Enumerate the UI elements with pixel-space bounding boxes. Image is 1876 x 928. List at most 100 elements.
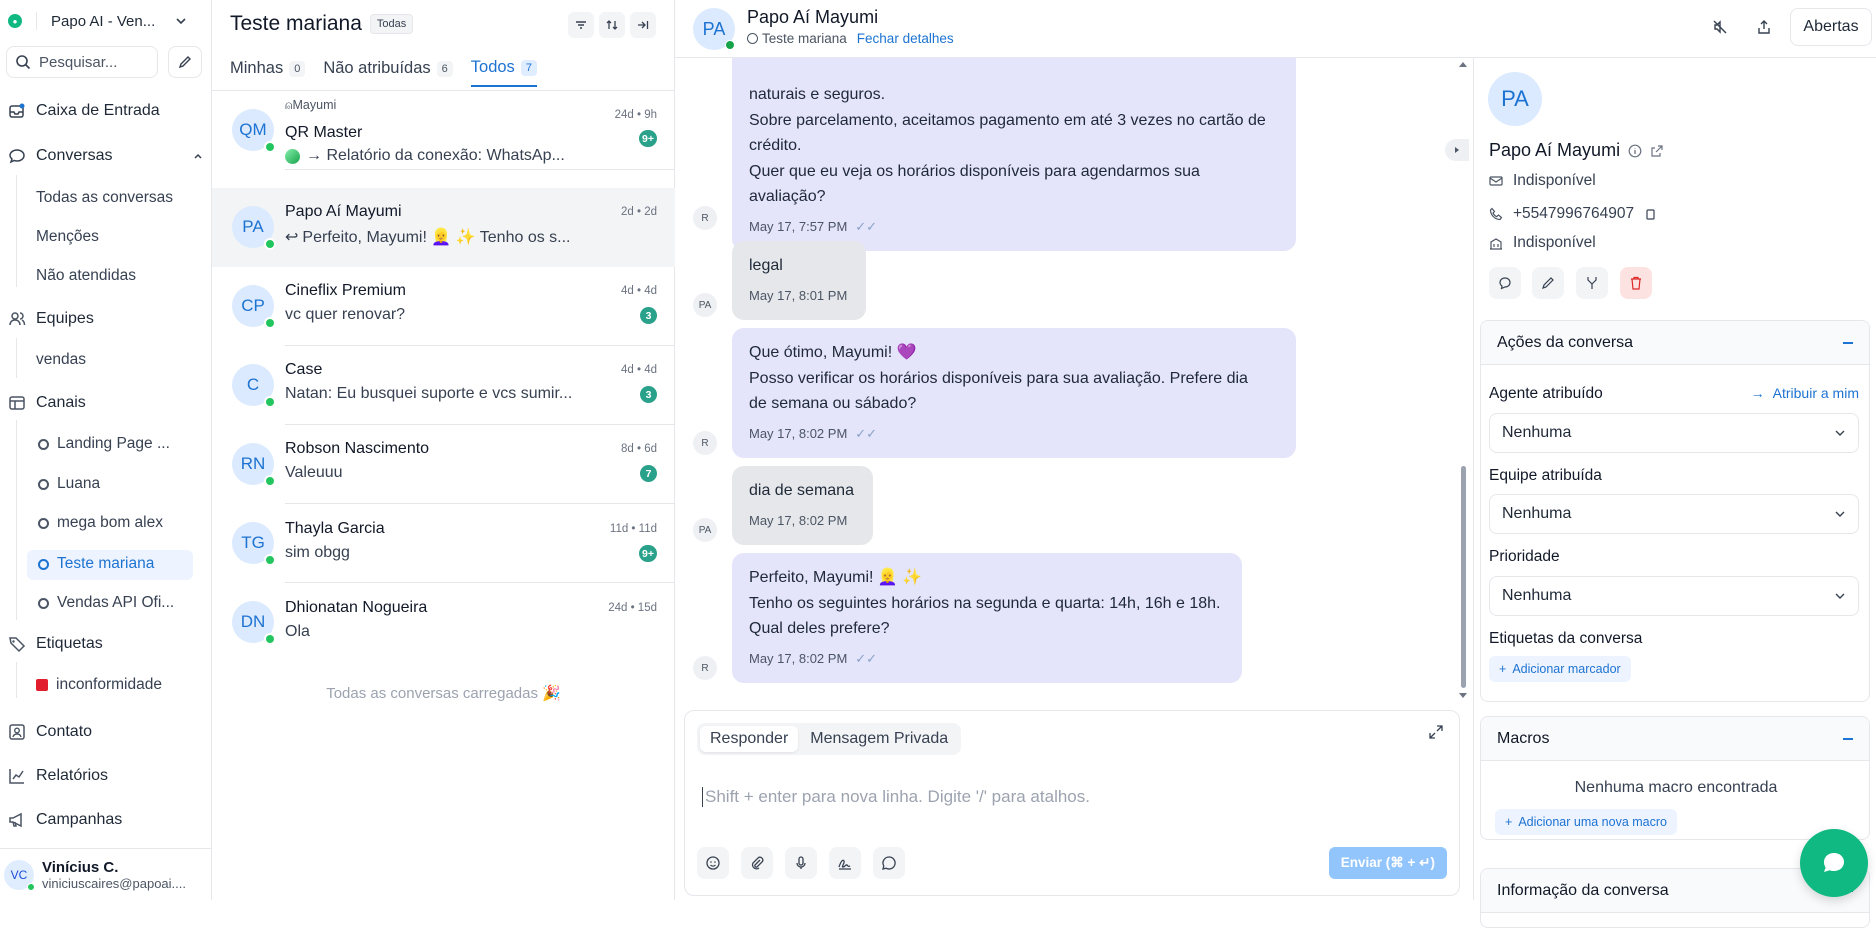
message-time: May 17, 8:01 PM	[749, 287, 848, 303]
tab-unassigned[interactable]: Não atribuídas 6	[323, 58, 453, 87]
user-profile-menu[interactable]: VC Vinícius C. viniciuscaires@papoai....	[0, 848, 212, 900]
conversation-actions-header[interactable]: Ações da conversa	[1481, 321, 1869, 365]
tab-reply[interactable]: Responder	[700, 726, 799, 752]
nav-all-conversations[interactable]: Todas as conversas	[36, 187, 173, 209]
emoji-button[interactable]	[697, 847, 729, 879]
nav-channel-mega-bom-alex[interactable]: mega bom alex	[38, 512, 163, 534]
channel-label: Vendas API Ofi...	[57, 594, 175, 611]
message-line: crédito.	[749, 137, 802, 154]
new-message-button[interactable]	[1489, 267, 1521, 299]
nav-campaigns[interactable]: Campanhas	[8, 806, 204, 834]
conversation-item[interactable]: CP Cineflix Premium vc quer renovar? 4d …	[212, 267, 675, 346]
message-line: Posso verificar os horários disponíveis …	[749, 369, 1248, 387]
team-select[interactable]: Nenhuma	[1489, 494, 1859, 534]
macros-header[interactable]: Macros	[1481, 717, 1869, 761]
conversation-time: 24d • 15d	[608, 602, 657, 614]
nav-mentions[interactable]: Menções	[36, 226, 99, 248]
assign-to-me-link[interactable]: → Atribuir a mim	[1751, 385, 1859, 401]
export-button[interactable]	[1751, 8, 1777, 46]
contact-avatar[interactable]: PA	[693, 8, 735, 50]
priority-select[interactable]: Nenhuma	[1489, 576, 1859, 616]
conversation-item[interactable]: DN Dhionatan Nogueira Ola 24d • 15d	[212, 583, 675, 662]
collapse-icon[interactable]	[1843, 737, 1853, 740]
chevron-up-icon	[194, 153, 202, 159]
chat-widget-button[interactable]	[1800, 829, 1868, 897]
filter-icon	[576, 21, 586, 29]
close-details-link[interactable]: Fechar detalhes	[857, 31, 954, 46]
conversation-item[interactable]: RN Robson Nascimento Valeuuu 8d • 6d 7	[212, 425, 675, 504]
conversation-list-panel: Teste mariana Todas Minhas 0 Não atribuíd…	[212, 0, 675, 900]
nav-channel-luana[interactable]: Luana	[38, 473, 100, 495]
mute-button[interactable]	[1707, 8, 1733, 46]
divider	[285, 169, 675, 170]
message-input[interactable]: Shift + enter para nova linha. Digite '/…	[702, 787, 1090, 807]
send-button[interactable]: Enviar (⌘ + ↵)	[1328, 847, 1447, 879]
conversation-item[interactable]: TG Thayla Garcia sim obgg 11d • 11d 9+	[212, 504, 675, 583]
message-line: legal	[749, 257, 783, 274]
message-line: Tenho os seguintes horários na segunda e…	[749, 594, 1221, 612]
plus-icon: +	[1499, 662, 1507, 676]
nav-unattended[interactable]: Não atendidas	[36, 265, 136, 287]
avatar-initials: CP	[241, 296, 265, 315]
nav-team-sales[interactable]: vendas	[36, 349, 86, 371]
signature-icon	[838, 859, 851, 870]
edit-contact-button[interactable]	[1532, 267, 1564, 299]
read-checkmarks-icon: ✓✓	[855, 650, 878, 666]
nav-labels[interactable]: Etiquetas	[8, 630, 204, 658]
new-conversation-button[interactable]	[168, 46, 202, 78]
attach-button[interactable]	[741, 847, 773, 879]
conversation-status-button[interactable]: Abertas	[1790, 8, 1872, 46]
expand-editor-button[interactable]	[1429, 725, 1443, 739]
conversation-item[interactable]: QM ⍝Mayumi QR Master → Relatório da cone…	[212, 91, 675, 170]
channels-icon	[9, 396, 25, 410]
conversation-time: 4d • 4d	[621, 364, 657, 376]
sort-button[interactable]	[599, 12, 625, 38]
search-input[interactable]: Pesquisar...	[6, 46, 158, 78]
nav-channels[interactable]: Canais	[8, 389, 204, 417]
merge-contact-button[interactable]	[1576, 267, 1608, 299]
whatsapp-template-button[interactable]	[873, 847, 905, 879]
add-macro-button[interactable]: + Adicionar uma nova macro	[1495, 809, 1677, 835]
tab-private-note[interactable]: Mensagem Privada	[800, 726, 958, 752]
add-label-button[interactable]: + Adicionar marcador	[1489, 656, 1631, 682]
conversation-item[interactable]: C Case Natan: Eu busquei suporte e vcs s…	[212, 346, 675, 425]
tab-count: 0	[289, 60, 306, 77]
nav-label-inconformidade[interactable]: inconformidade	[36, 674, 162, 696]
signature-button[interactable]	[829, 847, 861, 879]
no-macros-message: Nenhuma macro encontrada	[1574, 779, 1778, 796]
nav-conversations[interactable]: Conversas	[8, 142, 204, 170]
search-placeholder: Pesquisar...	[39, 53, 118, 71]
workspace-switcher[interactable]: ● Papo AI - Ven...	[8, 10, 188, 32]
reply-mode-tabs: Responder Mensagem Privada	[697, 723, 962, 755]
collapse-list-button[interactable]	[630, 12, 656, 38]
nav-channel-landing-page[interactable]: Landing Page ...	[38, 433, 170, 455]
plus-icon: +	[1505, 815, 1513, 829]
status-filter-chip[interactable]: Todas	[369, 14, 414, 34]
info-icon[interactable]	[1628, 144, 1642, 158]
nav-channel-vendas-api[interactable]: Vendas API Ofi...	[38, 592, 174, 614]
record-audio-button[interactable]	[785, 847, 817, 879]
tab-mine[interactable]: Minhas 0	[230, 58, 306, 87]
filter-button[interactable]	[568, 12, 594, 38]
external-link-icon[interactable]	[1650, 144, 1664, 158]
tab-label: Todos	[470, 58, 515, 76]
avatar: CP	[232, 285, 276, 329]
nav-teams[interactable]: Equipes	[8, 305, 204, 333]
conversation-item-selected[interactable]: PA Papo Aí Mayumi ↩ Perfeito, Mayumi! 👱‍♀…	[212, 188, 675, 267]
nav-tree-line	[16, 175, 17, 287]
message-scrollbar[interactable]	[1458, 60, 1468, 700]
scrollbar-thumb[interactable]	[1461, 466, 1466, 688]
collapse-icon[interactable]	[1843, 341, 1853, 344]
nav-channel-teste-mariana[interactable]: Teste mariana	[38, 553, 154, 575]
delete-contact-button[interactable]	[1620, 267, 1652, 299]
nav-inbox[interactable]: Caixa de Entrada	[8, 97, 204, 125]
copy-icon[interactable]	[1644, 208, 1657, 221]
nav-reports[interactable]: Relatórios	[8, 762, 204, 790]
nav-contact[interactable]: Contato	[8, 718, 204, 746]
avatar-initials: PA	[242, 217, 264, 236]
message-incoming: dia de semana May 17, 8:02 PM	[732, 466, 873, 545]
tab-all[interactable]: Todos 7	[470, 58, 537, 87]
expand-icon	[1429, 725, 1443, 739]
tab-label: Minhas	[230, 59, 284, 77]
agent-select[interactable]: Nenhuma	[1489, 413, 1859, 453]
